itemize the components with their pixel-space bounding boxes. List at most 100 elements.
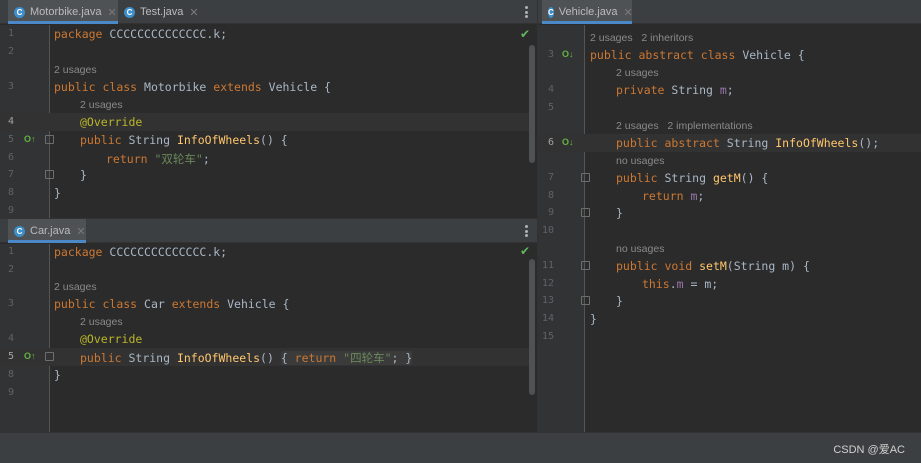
code-line[interactable]: public abstract class Vehicle {: [590, 48, 805, 62]
fold-icon[interactable]: [581, 208, 590, 217]
fold-icon[interactable]: [581, 261, 590, 270]
code-line[interactable]: public abstract String InfoOfWheels();: [616, 136, 879, 150]
line-number: 3: [7, 81, 14, 92]
line-number: 5: [7, 134, 14, 145]
implements-method-icon[interactable]: O↑: [24, 134, 36, 144]
fold-icon[interactable]: [581, 296, 590, 305]
line-number: 8: [7, 187, 14, 198]
line-number: 9: [547, 207, 554, 218]
code-line[interactable]: public String InfoOfWheels() {: [80, 133, 288, 147]
line-number: 13: [541, 295, 554, 306]
java-class-icon: C: [124, 6, 135, 18]
more-options-icon[interactable]: [525, 6, 528, 18]
line-number: 8: [7, 369, 14, 380]
usages-hint[interactable]: 2 usages: [54, 64, 97, 76]
line-number: 15: [541, 331, 554, 342]
line-number: 1: [7, 246, 14, 257]
code-line[interactable]: return m;: [642, 189, 704, 203]
implemented-by-icon[interactable]: O↓: [562, 137, 574, 147]
code-line[interactable]: }: [80, 168, 87, 182]
tab-label: Test.java: [140, 6, 184, 18]
line-number: 7: [7, 169, 14, 180]
code-line[interactable]: return "双轮车";: [106, 151, 210, 167]
usages-hint[interactable]: 2 usages: [80, 99, 123, 111]
line-number: 5: [7, 351, 14, 362]
status-bar: CSDN @爱AC: [0, 432, 921, 463]
tab-car[interactable]: C Car.java ✕: [8, 219, 86, 243]
line-number: 6: [547, 137, 554, 148]
code-line[interactable]: }: [616, 294, 623, 308]
tab-label: Car.java: [30, 225, 71, 237]
usages-hint[interactable]: 2 usages 2 inheritors: [590, 32, 693, 44]
usages-hint[interactable]: no usages: [616, 243, 664, 255]
line-number: 10: [541, 225, 554, 236]
tab-motorbike[interactable]: C Motorbike.java ✕: [8, 0, 118, 24]
line-number: 11: [541, 260, 554, 271]
tabbar-top-left: C Motorbike.java ✕ C Test.java ✕: [0, 0, 537, 24]
usages-hint[interactable]: 2 usages 2 implementations: [616, 120, 753, 132]
code-line[interactable]: this.m = m;: [642, 277, 718, 291]
more-options-icon[interactable]: [525, 225, 528, 237]
tab-label: Vehicle.java: [558, 6, 618, 18]
close-icon[interactable]: ✕: [189, 6, 198, 19]
code-line[interactable]: public class Car extends Vehicle {: [54, 297, 289, 311]
code-line[interactable]: @Override: [80, 115, 142, 129]
usages-hint[interactable]: 2 usages: [80, 316, 123, 328]
close-icon[interactable]: ✕: [76, 225, 85, 238]
code-line[interactable]: }: [54, 186, 61, 200]
code-line[interactable]: package CCCCCCCCCCCCCC.k;: [54, 27, 227, 41]
implemented-by-icon[interactable]: O↓: [562, 49, 574, 59]
line-number: 5: [547, 102, 554, 113]
code-line[interactable]: public class Motorbike extends Vehicle {: [54, 80, 331, 94]
java-class-icon: C: [14, 6, 25, 18]
editor-motorbike[interactable]: C Motorbike.java ✕ C Test.java ✕ ✔ 1 pac…: [0, 0, 537, 218]
fold-icon[interactable]: [45, 135, 54, 144]
tabbar-bottom-left: C Car.java ✕: [0, 219, 537, 243]
code-line[interactable]: @Override: [80, 332, 142, 346]
code-line[interactable]: package CCCCCCCCCCCCCC.k;: [54, 245, 227, 259]
implements-method-icon[interactable]: O↑: [24, 351, 36, 361]
line-number: 4: [7, 333, 14, 344]
current-line-highlight: 5 O↑ public String InfoOfWheels() { retu…: [0, 348, 529, 366]
line-number: 9: [7, 387, 14, 398]
line-number: 2: [7, 264, 14, 275]
java-class-icon: C: [14, 225, 25, 237]
line-number: 1: [7, 28, 14, 39]
close-icon[interactable]: ✕: [108, 6, 117, 19]
line-number: 8: [547, 190, 554, 201]
current-line-highlight: 4 @Override: [0, 113, 529, 131]
folded-body[interactable]: { return "四轮车"; }: [280, 351, 413, 365]
code-line[interactable]: public String getM() {: [616, 171, 768, 185]
code-line[interactable]: private String m;: [616, 83, 734, 97]
fold-icon[interactable]: [581, 173, 590, 182]
tab-label: Motorbike.java: [30, 6, 102, 18]
close-icon[interactable]: ✕: [624, 6, 633, 19]
watermark: CSDN @爱AC: [833, 444, 905, 456]
code-line[interactable]: public void setM(String m) {: [616, 259, 810, 273]
line-number: 14: [541, 313, 554, 324]
code-line[interactable]: }: [590, 312, 597, 326]
line-number: 3: [547, 49, 554, 60]
fold-icon[interactable]: [45, 352, 54, 361]
current-line-highlight: 6 O↓ public abstract String InfoOfWheels…: [538, 134, 921, 152]
editor-vehicle[interactable]: C Vehicle.java ✕ 2 usages 2 inheritors 3…: [537, 0, 921, 432]
tab-vehicle[interactable]: C Vehicle.java ✕: [542, 0, 633, 24]
code-line[interactable]: public String InfoOfWheels() { return "四…: [80, 350, 413, 366]
code-line[interactable]: }: [54, 368, 61, 382]
code-line[interactable]: }: [616, 206, 623, 220]
tab-test[interactable]: C Test.java ✕: [118, 0, 200, 24]
line-number: 2: [7, 46, 14, 57]
line-number: 7: [547, 172, 554, 183]
line-number: 4: [7, 116, 14, 127]
usages-hint[interactable]: 2 usages: [616, 67, 659, 79]
line-number: 12: [541, 278, 554, 289]
usages-hint[interactable]: no usages: [616, 155, 664, 167]
fold-icon[interactable]: [45, 170, 54, 179]
usages-hint[interactable]: 2 usages: [54, 281, 97, 293]
line-number: 4: [547, 84, 554, 95]
line-number: 3: [7, 298, 14, 309]
editor-car[interactable]: C Car.java ✕ ✔ 1 package CCCCCCCCCCCCCC.…: [0, 218, 537, 432]
java-class-icon: C: [548, 6, 554, 18]
line-number: 9: [7, 205, 14, 216]
line-number: 6: [7, 152, 14, 163]
